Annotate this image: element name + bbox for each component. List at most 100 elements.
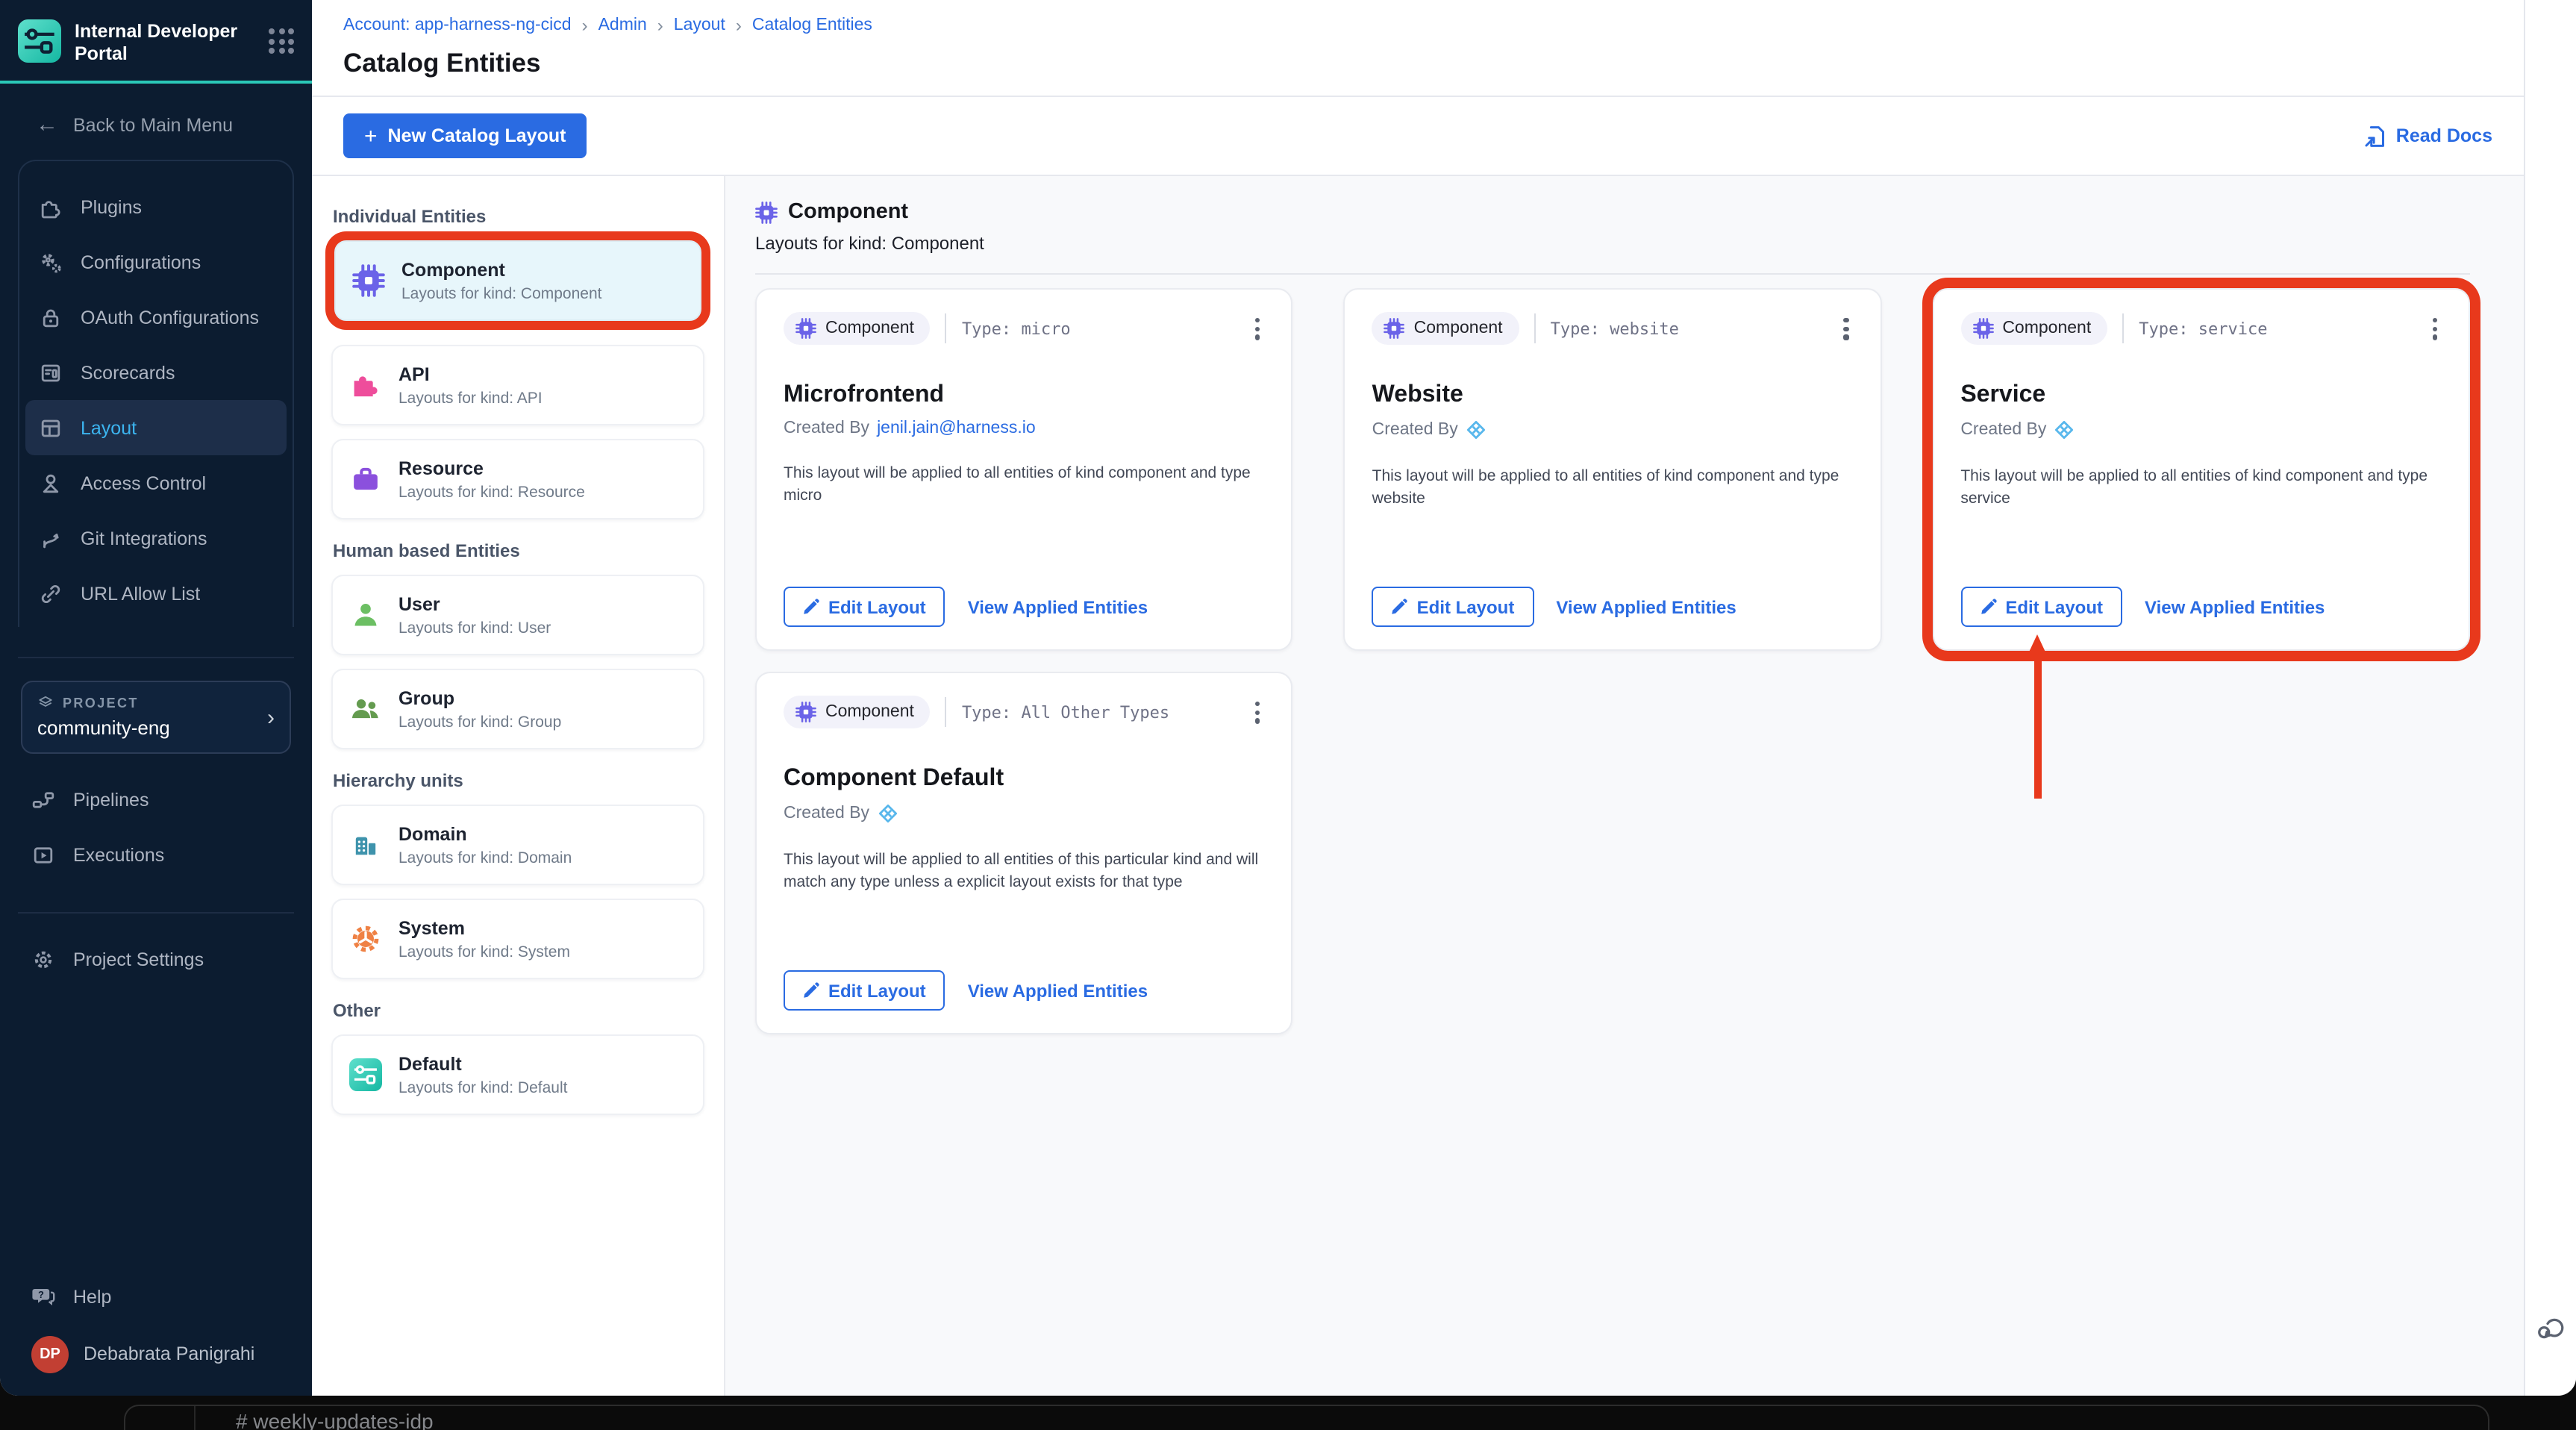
divider xyxy=(2122,313,2125,344)
entity-item-desc: Layouts for kind: Component xyxy=(401,284,602,302)
edit-layout-button[interactable]: Edit Layout xyxy=(784,587,945,627)
sidebar-item-git-integrations[interactable]: Git Integrations xyxy=(25,511,287,566)
entity-item-desc: Layouts for kind: Default xyxy=(398,1078,568,1096)
entity-item-title: Default xyxy=(398,1053,462,1074)
kind-heading-row: Component xyxy=(755,200,2470,224)
screen: Internal Developer Portal ← Back to Main… xyxy=(0,0,2576,1430)
edit-layout-button[interactable]: Edit Layout xyxy=(784,970,945,1011)
entity-item-system[interactable]: System Layouts for kind: System xyxy=(331,899,704,979)
breadcrumb-account[interactable]: Account: app-harness-ng-cicd xyxy=(343,16,572,34)
layout-cards-grid: Component Type: micro Microfrontend Crea… xyxy=(755,288,2470,1034)
toolbar: + New Catalog Layout Read Docs xyxy=(312,97,2524,176)
sidebar-item-url-allow-list[interactable]: URL Allow List xyxy=(25,566,287,621)
entity-item-title: System xyxy=(398,917,465,938)
kebab-menu-icon[interactable] xyxy=(2428,312,2442,346)
kebab-menu-icon[interactable] xyxy=(1251,696,1264,729)
kind-divider xyxy=(755,273,2470,275)
entity-item-user[interactable]: User Layouts for kind: User xyxy=(331,575,704,655)
kebab-menu-icon[interactable] xyxy=(1839,312,1853,346)
entity-item-desc: Layouts for kind: Domain xyxy=(398,849,572,867)
sidebar-item-oauth-configurations[interactable]: OAuth Configurations xyxy=(25,290,287,345)
project-selector[interactable]: PROJECT community-eng › xyxy=(21,681,291,754)
kind-badge: Component xyxy=(784,696,931,729)
component-chip-icon xyxy=(795,702,816,723)
view-applied-entities-link[interactable]: View Applied Entities xyxy=(968,980,1148,1001)
breadcrumb-separator: › xyxy=(735,15,742,36)
entity-item-default[interactable]: Default Layouts for kind: Default xyxy=(331,1034,704,1115)
entity-item-title: Group xyxy=(398,687,454,708)
sidebar-item-label: Executions xyxy=(73,844,165,865)
entity-item-title: API xyxy=(398,363,430,384)
pencil-icon xyxy=(803,599,819,615)
sidebar-item-label: Pipelines xyxy=(73,789,149,810)
gears-icon xyxy=(39,250,63,274)
sidebar-item-access-control[interactable]: Access Control xyxy=(25,455,287,511)
right-utility-strip xyxy=(2524,0,2576,1396)
pencil-icon xyxy=(1392,599,1408,615)
gear-icon xyxy=(31,947,55,971)
component-chip-icon xyxy=(1972,319,1993,340)
page-title: Catalog Entities xyxy=(343,48,541,78)
user-person-icon xyxy=(354,604,377,626)
app-window: Internal Developer Portal ← Back to Main… xyxy=(0,0,2576,1396)
user-menu[interactable]: DP Debabrata Panigrahi xyxy=(18,1324,294,1384)
view-applied-entities-link[interactable]: View Applied Entities xyxy=(968,596,1148,617)
layout-title: Service xyxy=(1960,381,2046,408)
system-gear-icon xyxy=(352,925,379,952)
sidebar-divider xyxy=(18,912,294,914)
harness-logo-icon xyxy=(1466,419,1486,440)
sidebar-item-project-settings[interactable]: Project Settings xyxy=(18,931,294,987)
project-nav: Pipelines Executions xyxy=(18,772,294,882)
resource-briefcase-icon xyxy=(354,467,378,490)
view-applied-entities-link[interactable]: View Applied Entities xyxy=(2145,596,2325,617)
project-label: PROJECT xyxy=(63,695,139,710)
sidebar-divider xyxy=(18,657,294,658)
layout-title: Component Default xyxy=(784,765,1004,791)
breadcrumb-layout[interactable]: Layout xyxy=(674,16,725,34)
layout-description: This layout will be applied to all entit… xyxy=(1372,466,1839,508)
entity-item-api[interactable]: API Layouts for kind: API xyxy=(331,345,704,425)
breadcrumb-separator: › xyxy=(581,15,588,36)
kebab-menu-icon[interactable] xyxy=(1251,312,1264,346)
edit-layout-button[interactable]: Edit Layout xyxy=(1372,587,1534,627)
kind-subtitle: Layouts for kind: Component xyxy=(755,233,984,254)
sidebar-item-label: URL Allow List xyxy=(81,583,201,604)
entity-item-title: Domain xyxy=(398,823,467,844)
component-chip-icon xyxy=(352,264,385,297)
layouts-area: Component Layouts for kind: Component Co… xyxy=(725,176,2524,1396)
sidebar-item-pipelines[interactable]: Pipelines xyxy=(18,772,294,827)
breadcrumb-catalog-entities[interactable]: Catalog Entities xyxy=(752,16,872,34)
apps-grid-icon[interactable] xyxy=(269,28,294,54)
sidebar-nav: Plugins Configurations OAuth Configurati… xyxy=(18,160,294,627)
back-to-main-menu[interactable]: ← Back to Main Menu xyxy=(0,84,312,137)
layout-card-component-default: Component Type: All Other Types Componen… xyxy=(755,672,1293,1034)
group-people-icon xyxy=(351,699,378,719)
avatar: DP xyxy=(31,1335,69,1373)
creator-link[interactable]: jenil.jain@harness.io xyxy=(877,419,1036,437)
kind-badge: Component xyxy=(784,312,931,346)
kind-badge: Component xyxy=(1372,312,1519,346)
created-by-row: Created By xyxy=(1960,419,2442,440)
layout-card-microfrontend: Component Type: micro Microfrontend Crea… xyxy=(755,288,1293,651)
type-text: Type: micro xyxy=(961,319,1071,339)
new-catalog-layout-button[interactable]: + New Catalog Layout xyxy=(343,113,587,158)
read-docs-link[interactable]: Read Docs xyxy=(2365,125,2492,147)
entity-item-component[interactable]: Component Layouts for kind: Component xyxy=(334,240,701,321)
sidebar-item-executions[interactable]: Executions xyxy=(18,827,294,882)
sidebar-item-configurations[interactable]: Configurations xyxy=(25,234,287,290)
chat-bubbles-icon[interactable] xyxy=(2535,1312,2566,1351)
person-icon xyxy=(39,471,63,495)
view-applied-entities-link[interactable]: View Applied Entities xyxy=(1556,596,1736,617)
section-heading: Human based Entities xyxy=(333,540,520,561)
sidebar-item-layout[interactable]: Layout xyxy=(25,400,287,455)
entity-item-domain[interactable]: Domain Layouts for kind: Domain xyxy=(331,805,704,885)
user-name: Debabrata Panigrahi xyxy=(84,1343,255,1364)
sidebar-item-plugins[interactable]: Plugins xyxy=(25,179,287,234)
sidebar-item-scorecards[interactable]: Scorecards xyxy=(25,345,287,400)
entity-item-group[interactable]: Group Layouts for kind: Group xyxy=(331,669,704,749)
edit-layout-button[interactable]: Edit Layout xyxy=(1960,587,2122,627)
breadcrumb-admin[interactable]: Admin xyxy=(598,16,647,34)
content: Individual Entities Component Layouts fo… xyxy=(312,176,2524,1396)
sidebar-item-help[interactable]: Help xyxy=(18,1269,294,1324)
entity-item-resource[interactable]: Resource Layouts for kind: Resource xyxy=(331,439,704,519)
